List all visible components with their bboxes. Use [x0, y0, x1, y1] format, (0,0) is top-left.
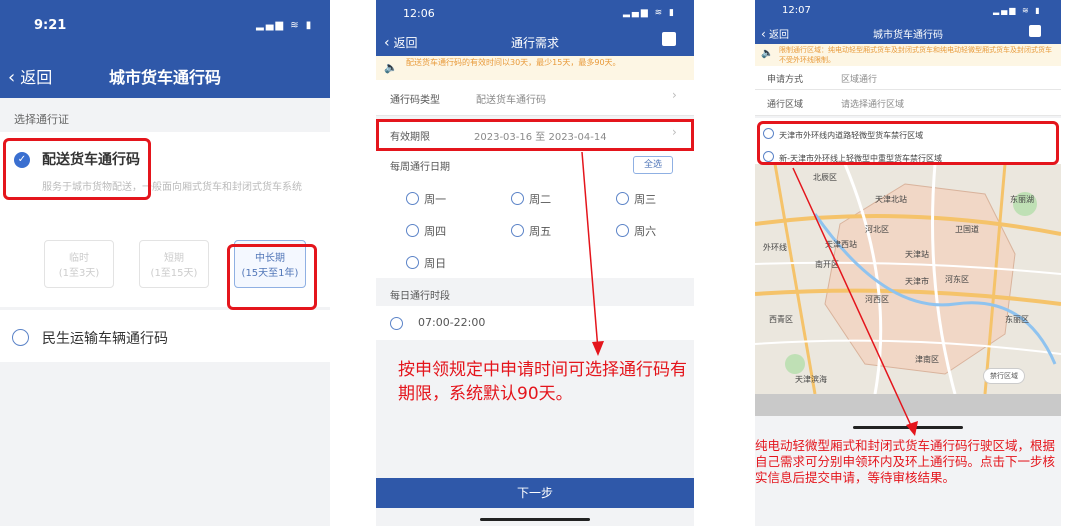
nav-bar: 9:21 ▂▄▆ ≋ ▮ ‹ 返回 城市货车通行码 — [0, 0, 330, 98]
duration-short[interactable]: 短期 (1至15天) — [139, 240, 209, 288]
status-time: 9:21 — [34, 18, 67, 33]
annotation-arrow — [581, 151, 604, 356]
phone-screen-2: 12:06 ▂▄▆ ≋ ▮ ‹ 返回 通行需求 🔈 配送货车通行码的有效时间以3… — [376, 0, 694, 526]
page-title: 城市货车通行码 — [108, 68, 221, 87]
card-livelihood[interactable]: 民生运输车辆通行码 — [0, 310, 330, 362]
option-livelihood-label: 民生运输车辆通行码 — [42, 331, 168, 347]
highlight-long-term — [227, 244, 317, 310]
highlight-delivery — [3, 138, 151, 200]
section-label: 选择通行证 — [14, 113, 69, 126]
duration-temp[interactable]: 临时 (1至3天) — [44, 240, 114, 288]
phone-screen-1: 9:21 ▂▄▆ ≋ ▮ ‹ 返回 城市货车通行码 选择通行证 ✓ 配送货车通行… — [0, 0, 330, 526]
phone-screen-3: 12:07 ▂▄▆ ≋ ▮ ‹ 返回 城市货车通行码 🔈 限制通行区域：纯电动轻… — [755, 0, 1061, 526]
annotation-text: 纯电动轻微型厢式和封闭式货车通行码行驶区域，根据自己需求可分别申领环内及环上通行… — [755, 438, 1056, 485]
status-icons: ▂▄▆ ≋ ▮ — [256, 20, 314, 31]
radio-livelihood[interactable] — [12, 329, 29, 346]
